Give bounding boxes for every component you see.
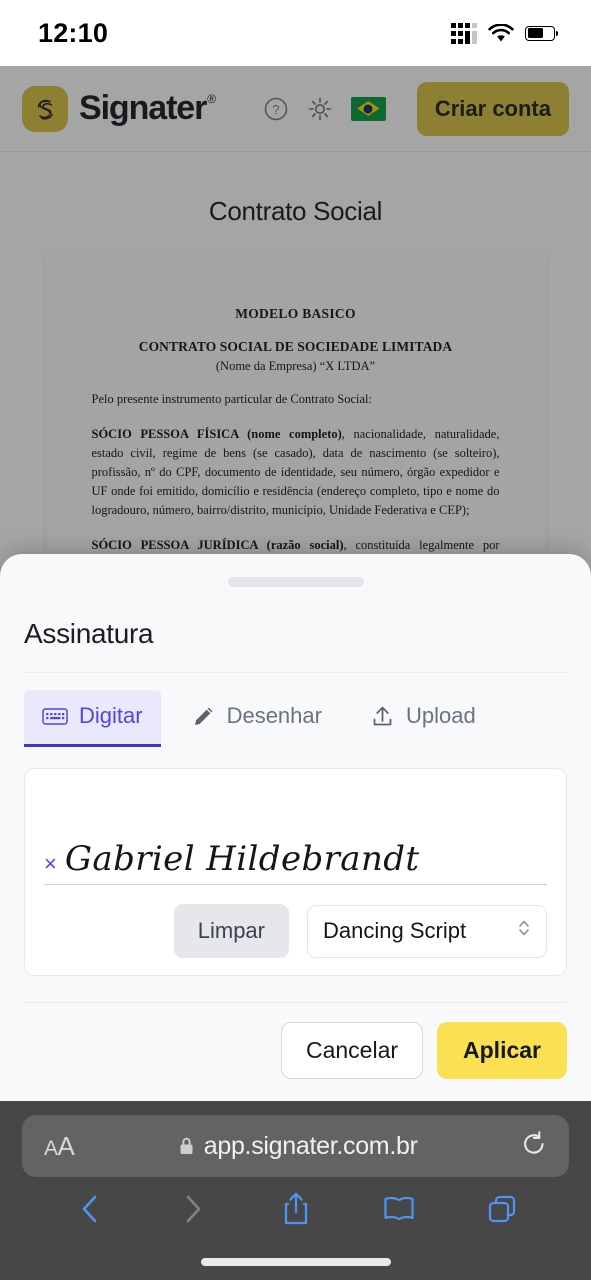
- signature-mode-tabs: Digitar Desenhar Upload: [24, 690, 567, 747]
- apply-button[interactable]: Aplicar: [437, 1022, 567, 1079]
- cellular-signal-icon: [451, 22, 477, 44]
- title-divider: [24, 672, 567, 673]
- svg-text:?: ?: [273, 102, 280, 117]
- font-select[interactable]: Dancing Script: [307, 904, 547, 958]
- reload-icon[interactable]: [521, 1130, 547, 1163]
- document-subheading: CONTRATO SOCIAL DE SOCIEDADE LIMITADA: [138, 339, 453, 354]
- signature-input[interactable]: Gabriel Hildebrandt: [65, 841, 420, 878]
- document-intro: Pelo presente instrumento particular de …: [91, 392, 372, 406]
- status-bar: 12:10: [0, 0, 591, 66]
- tab-digitar[interactable]: Digitar: [24, 690, 161, 747]
- sheet-title: Assinatura: [24, 618, 154, 649]
- signature-sheet: Assinatura Digitar Desenhar Upload × Gab…: [0, 554, 591, 1101]
- chevron-right-icon: [141, 1192, 244, 1226]
- document-clause-1: SÓCIO PESSOA FÍSICA (nome completo), nac…: [91, 427, 500, 517]
- create-account-button[interactable]: Criar conta: [416, 81, 569, 136]
- address-bar[interactable]: AA app.signater.com.br: [22, 1115, 569, 1177]
- signature-canvas-box: × Gabriel Hildebrandt Limpar Dancing Scr…: [24, 768, 567, 976]
- header-actions: ? Criar conta: [263, 81, 569, 136]
- url-text: app.signater.com.br: [203, 1131, 418, 1160]
- wifi-icon: [488, 23, 514, 41]
- share-icon[interactable]: [244, 1191, 347, 1227]
- book-icon[interactable]: [347, 1194, 450, 1224]
- help-circle-icon[interactable]: ?: [263, 95, 290, 122]
- signature-controls: Limpar Dancing Script: [44, 904, 547, 958]
- brazil-flag-icon[interactable]: [350, 96, 386, 121]
- tab-upload-label: Upload: [405, 703, 476, 728]
- document-company-line: (Nome da Empresa) “X LTDA”: [215, 359, 376, 373]
- url-display[interactable]: app.signater.com.br: [74, 1132, 521, 1161]
- status-indicators: [451, 22, 559, 44]
- pencil-icon: [194, 707, 212, 725]
- signature-x-mark: ×: [44, 850, 57, 876]
- tab-digitar-label: Digitar: [79, 703, 143, 728]
- brand-name: Signater ®: [79, 89, 216, 128]
- fingerprint-logo-icon[interactable]: [22, 85, 68, 132]
- text-size-button[interactable]: AA: [44, 1131, 75, 1162]
- phone-screen: 12:10 Signater ® ? Criar conta Contrato …: [0, 0, 591, 1280]
- clear-button[interactable]: Limpar: [173, 904, 289, 958]
- tabs-icon[interactable]: [450, 1193, 553, 1225]
- sun-icon[interactable]: [307, 95, 334, 122]
- battery-icon: [525, 25, 559, 41]
- font-select-value: Dancing Script: [323, 918, 467, 943]
- chevron-left-icon[interactable]: [38, 1192, 141, 1226]
- site-header: Signater ® ? Criar conta: [0, 66, 591, 152]
- tab-upload[interactable]: Upload: [352, 690, 494, 747]
- tab-desenhar-label: Desenhar: [226, 703, 322, 728]
- safari-bottom-bar: AA app.signater.com.br: [0, 1101, 591, 1280]
- signature-input-line[interactable]: × Gabriel Hildebrandt: [44, 841, 547, 885]
- trademark-symbol: ®: [207, 92, 216, 106]
- document-title: Contrato Social: [208, 196, 383, 226]
- status-time: 12:10: [38, 17, 109, 48]
- upload-icon: [373, 706, 392, 725]
- browser-toolbar: [22, 1191, 569, 1227]
- chevron-updown-icon: [517, 917, 531, 945]
- home-indicator: [200, 1258, 391, 1266]
- lock-icon: [180, 1137, 193, 1154]
- tab-desenhar[interactable]: Desenhar: [173, 690, 340, 747]
- drag-handle[interactable]: [227, 577, 364, 587]
- brand-text: Signater: [79, 89, 207, 127]
- document-heading: MODELO BASICO: [235, 306, 356, 321]
- cancel-button[interactable]: Cancelar: [280, 1022, 424, 1079]
- keyboard-icon: [42, 707, 68, 725]
- sheet-actions: Cancelar Aplicar: [24, 1022, 567, 1079]
- actions-divider: [24, 1002, 567, 1003]
